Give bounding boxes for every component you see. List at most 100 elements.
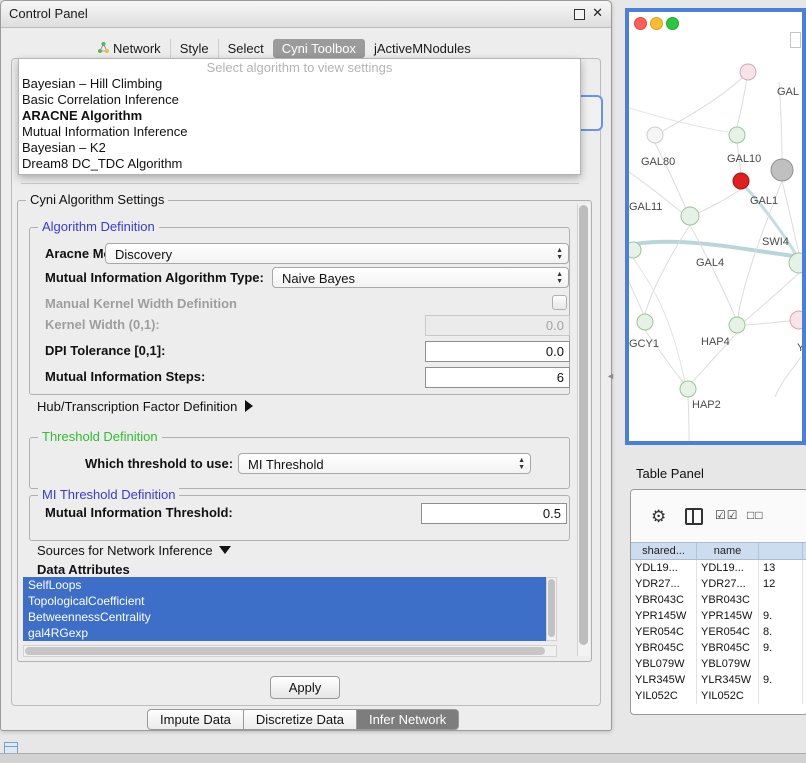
attribute-list-item[interactable]: TopologicalCoefficient xyxy=(23,593,546,609)
attribute-list-item[interactable]: BetweennessCentrality xyxy=(23,609,546,625)
column-header[interactable] xyxy=(759,543,803,559)
network-node[interactable] xyxy=(729,127,745,143)
node-label: Y xyxy=(797,342,802,354)
table-cell: YER054C xyxy=(631,624,697,640)
algorithm-option[interactable]: Basic Correlation Inference xyxy=(19,92,580,108)
group-title: Cyni Algorithm Settings xyxy=(26,192,168,207)
table-row[interactable]: YBR043CYBR043C xyxy=(631,592,806,608)
node-label: HAP2 xyxy=(692,399,721,411)
table-cell: YDR27... xyxy=(631,576,697,592)
mi-type-select[interactable]: Naive Bayes ▲▼ xyxy=(272,267,569,288)
column-header[interactable]: name xyxy=(697,543,759,559)
close-icon[interactable]: ✕ xyxy=(592,5,603,21)
dpi-tolerance-field[interactable]: 0.0 xyxy=(425,341,570,362)
algorithm-option[interactable]: Bayesian – Hill Climbing xyxy=(19,76,580,92)
apply-button[interactable]: Apply xyxy=(270,676,340,699)
column-header[interactable]: shared... xyxy=(631,543,697,559)
tab-network[interactable]: Network xyxy=(89,39,170,58)
network-node[interactable] xyxy=(629,242,641,258)
attribute-list-hscrollbar[interactable] xyxy=(23,645,557,657)
panel-splitter-handle[interactable]: ◄ xyxy=(606,371,615,381)
table-row[interactable]: YPR145WYPR145W9. xyxy=(631,608,806,624)
tab-select[interactable]: Select xyxy=(218,39,273,58)
node-label: GAL80 xyxy=(641,156,675,168)
control-panel-tabbar: Network Style Select Cyni Toolbox jActiveMNo… xyxy=(89,39,480,58)
table-row[interactable]: YDL19...YDL19...13 xyxy=(631,560,806,576)
network-node[interactable] xyxy=(729,317,745,333)
algorithm-option[interactable]: ARACNE Algorithm xyxy=(19,108,580,124)
close-traffic-light-icon[interactable] xyxy=(634,17,647,30)
network-edge[interactable] xyxy=(655,143,686,209)
bottom-tab-discretize-data[interactable]: Discretize Data xyxy=(243,709,357,730)
table-cell: YBL079W xyxy=(631,656,697,672)
table-cell xyxy=(759,656,803,672)
select-all-icon[interactable]: ☑☑ xyxy=(715,508,739,522)
network-node[interactable] xyxy=(681,207,699,225)
bottom-tab-infer-network[interactable]: Infer Network xyxy=(356,709,459,730)
network-node[interactable] xyxy=(647,127,663,143)
network-edge[interactable] xyxy=(645,225,690,314)
zoom-traffic-light-icon[interactable] xyxy=(666,17,679,30)
attribute-list-vscrollbar[interactable] xyxy=(546,577,557,641)
network-scrollbar-stub[interactable] xyxy=(790,32,801,48)
table-row[interactable]: YBL079WYBL079W xyxy=(631,656,806,672)
data-attributes-label: Data Attributes xyxy=(37,562,130,577)
table-row[interactable]: YIL052CYIL052C xyxy=(631,688,806,704)
manual-kernel-checkbox[interactable] xyxy=(552,295,567,310)
network-node[interactable] xyxy=(790,311,802,329)
network-node[interactable] xyxy=(740,64,756,80)
network-node[interactable] xyxy=(680,381,696,397)
algorithm-option[interactable]: Dream8 DC_TDC Algorithm xyxy=(19,156,580,172)
network-graph[interactable]: GALGAL80GAL10GAL11GAL1SWI4GAL4GCY1HAP4HA… xyxy=(629,12,802,441)
tab-style[interactable]: Style xyxy=(170,39,218,58)
algorithm-dropdown-menu: Select algorithm to view settings Bayesi… xyxy=(18,58,581,175)
tab-cyni-toolbox[interactable]: Cyni Toolbox xyxy=(273,39,365,58)
tab-label: Cyni Toolbox xyxy=(282,41,356,56)
network-node[interactable] xyxy=(771,159,793,181)
table-row[interactable]: YDR27...YDR27...12 xyxy=(631,576,806,592)
float-window-icon[interactable] xyxy=(574,9,585,20)
network-edge[interactable] xyxy=(775,357,801,397)
sources-toggle[interactable]: Sources for Network Inference xyxy=(37,543,231,558)
bottom-tab-impute-data[interactable]: Impute Data xyxy=(147,709,244,730)
network-edge[interactable] xyxy=(688,397,689,441)
data-attributes-list: SelfLoopsTopologicalCoefficientBetweenne… xyxy=(23,577,546,641)
network-edge[interactable] xyxy=(663,72,748,131)
table-row[interactable]: YBR045CYBR045C9. xyxy=(631,640,806,656)
network-edge[interactable] xyxy=(745,273,799,321)
aracne-mode-select[interactable]: Discovery ▲▼ xyxy=(105,243,569,264)
columns-icon[interactable] xyxy=(685,508,703,525)
table-row[interactable]: YLR345WYLR345W9. xyxy=(631,672,806,688)
tab-jactivemnodules[interactable]: jActiveMNodules xyxy=(365,39,480,58)
attribute-list-item[interactable]: SelfLoops xyxy=(23,577,546,593)
network-view-window[interactable]: GALGAL80GAL10GAL11GAL1SWI4GAL4GCY1HAP4HA… xyxy=(625,8,806,445)
control-panel-titlebar[interactable]: Control Panel ✕ xyxy=(1,1,611,28)
settings-scrollbar[interactable] xyxy=(577,204,590,656)
mi-type-value: Naive Bayes xyxy=(282,271,355,286)
attribute-list-item[interactable]: gal4RGexp xyxy=(23,625,546,641)
network-edge[interactable] xyxy=(690,225,735,317)
network-node[interactable] xyxy=(637,314,653,330)
table-cell: YBR043C xyxy=(697,592,759,608)
tab-label: Style xyxy=(180,41,209,56)
minimize-traffic-light-icon[interactable] xyxy=(650,17,663,30)
table-row[interactable]: YER054CYER054C8. xyxy=(631,624,806,640)
mi-steps-label: Mutual Information Steps: xyxy=(45,369,205,384)
which-threshold-select[interactable]: MI Threshold ▲▼ xyxy=(238,453,531,474)
network-node[interactable] xyxy=(733,173,749,189)
hub-section-toggle[interactable]: Hub/Transcription Factor Definition xyxy=(37,399,253,414)
tab-label: Network xyxy=(113,41,161,56)
table-cell: YIL052C xyxy=(631,688,697,704)
network-edge[interactable] xyxy=(629,282,644,315)
node-label: HAP4 xyxy=(701,336,730,348)
table-cell: YBR045C xyxy=(697,640,759,656)
algorithm-option[interactable]: Mutual Information Inference xyxy=(19,124,580,140)
mi-steps-field[interactable]: 6 xyxy=(425,367,570,388)
network-edge[interactable] xyxy=(629,108,728,132)
deselect-all-icon[interactable]: □□ xyxy=(747,508,764,522)
network-edge[interactable] xyxy=(698,189,741,213)
mi-threshold-field[interactable]: 0.5 xyxy=(421,503,567,524)
gear-icon[interactable]: ⚙ xyxy=(651,508,666,525)
table-cell xyxy=(759,592,803,608)
algorithm-option[interactable]: Bayesian – K2 xyxy=(19,140,580,156)
